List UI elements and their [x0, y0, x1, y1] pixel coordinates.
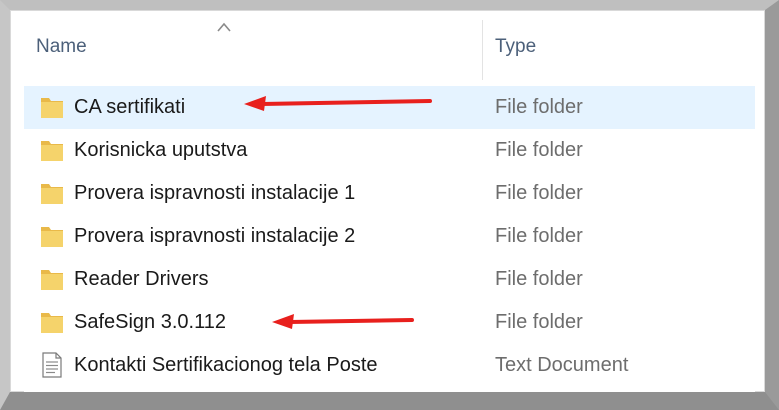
file-type: File folder [495, 139, 583, 161]
chevron-up-icon [217, 22, 231, 32]
file-name: Kontakti Sertifikacionog tela Poste [74, 354, 378, 376]
list-item-korisnicka-uputstva[interactable]: Korisnicka uputstva File folder [24, 129, 755, 172]
column-header-name[interactable]: Name [36, 36, 87, 58]
column-header-type[interactable]: Type [495, 36, 536, 58]
file-type: File folder [495, 182, 583, 204]
folder-icon [41, 184, 63, 204]
list-item-safesign[interactable]: SafeSign 3.0.112 File folder [24, 301, 755, 344]
file-name: Provera ispravnosti instalacije 1 [74, 182, 356, 204]
folder-icon [41, 98, 63, 118]
file-list: Name Type CA sertifikati File folder Kor… [24, 20, 755, 392]
folder-icon [41, 313, 63, 333]
list-item-ca-sertifikati[interactable]: CA sertifikati File folder [24, 86, 755, 129]
folder-icon [41, 227, 63, 247]
file-name: SafeSign 3.0.112 [74, 311, 226, 333]
file-type: Text Document [495, 354, 629, 376]
file-rows: CA sertifikati File folder Korisnicka up… [24, 86, 755, 387]
file-name: Provera ispravnosti instalacije 2 [74, 225, 356, 247]
file-name: CA sertifikati [74, 96, 186, 118]
list-item-reader-drivers[interactable]: Reader Drivers File folder [24, 258, 755, 301]
file-name: Reader Drivers [74, 268, 209, 290]
file-type: File folder [495, 96, 583, 118]
list-item-provera-1[interactable]: Provera ispravnosti instalacije 1 File f… [24, 172, 755, 215]
column-divider[interactable] [482, 20, 483, 80]
file-name: Korisnicka uputstva [74, 139, 248, 161]
folder-icon [41, 270, 63, 290]
list-item-provera-2[interactable]: Provera ispravnosti instalacije 2 File f… [24, 215, 755, 258]
file-type: File folder [495, 311, 583, 333]
text-document-icon [42, 352, 62, 378]
folder-icon [41, 141, 63, 161]
list-item-kontakti[interactable]: Kontakti Sertifikacionog tela Poste Text… [24, 344, 755, 387]
file-type: File folder [495, 225, 583, 247]
column-header: Name Type [24, 20, 755, 80]
file-type: File folder [495, 268, 583, 290]
